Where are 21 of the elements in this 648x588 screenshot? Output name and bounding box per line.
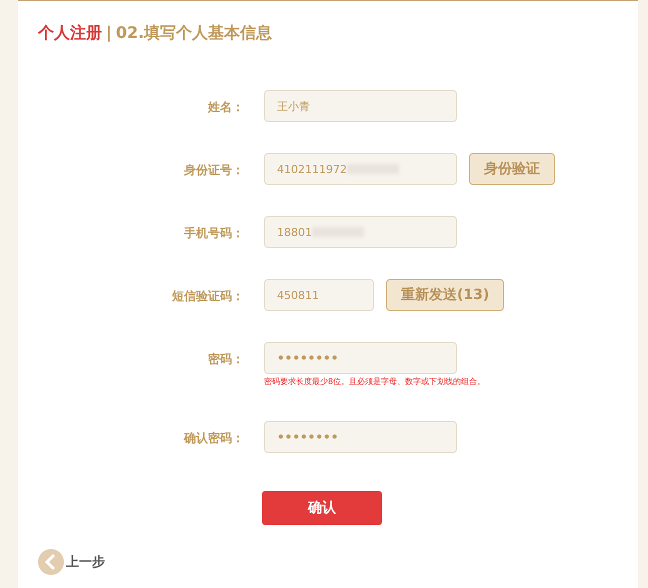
back-link[interactable]: 上一步 [38,549,105,575]
verify-button[interactable]: 身份验证 [469,153,555,185]
title-separator: | [106,23,112,44]
step-title: 02.填写个人基本信息 [116,23,272,44]
confirm-button[interactable]: 确认 [262,491,382,525]
field-label: 手机号码： [183,225,244,242]
field-label: 身份证号： [183,162,244,179]
back-icon [38,549,64,575]
input-field[interactable]: 450811 [264,279,374,311]
section-title: 个人注册 [38,23,102,44]
field-label: 密码： [207,351,244,368]
field-label: 确认密码： [182,430,244,447]
input-field[interactable]: 王小青 [264,90,457,122]
input-field[interactable]: 18801 [264,216,457,248]
password-field[interactable]: •••••••• [264,421,457,453]
field-label: 短信验证码： [171,288,244,305]
password-hint: 密码要求长度最少8位。且必须是字母、数字或下划线的组合。 [264,376,486,387]
password-field[interactable]: •••••••• [264,342,457,374]
resend-button[interactable]: 重新发送(13) [386,279,504,311]
input-field[interactable]: 4102111972 [264,153,457,185]
field-label: 姓名： [206,99,244,116]
